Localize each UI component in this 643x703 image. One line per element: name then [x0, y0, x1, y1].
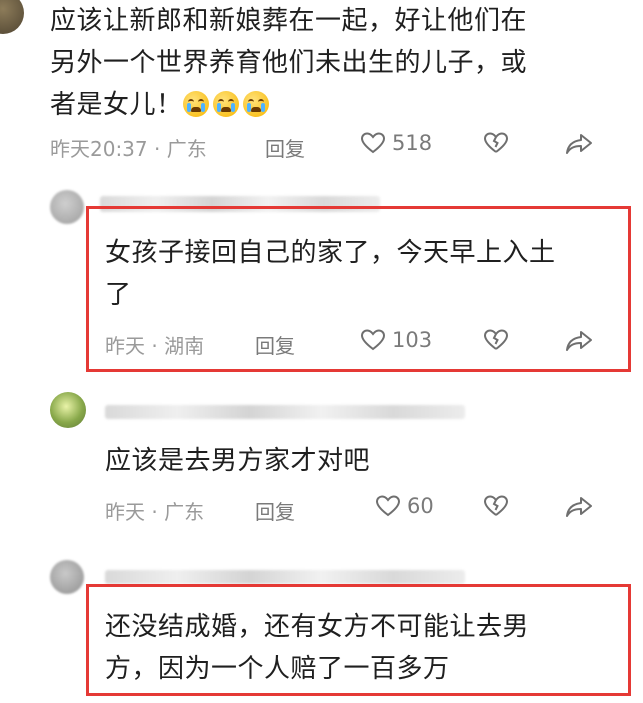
share-icon [566, 134, 592, 154]
like-button[interactable]: 103 [360, 328, 432, 352]
comment-text: 应该让新郎和新娘葬在一起，好让他们在 另外一个世界养育他们未出生的儿子，或 者是… [50, 0, 630, 126]
comment-meta: 昨天 · 广东 [105, 500, 205, 524]
heart-icon [360, 132, 386, 154]
share-icon [566, 497, 592, 517]
crying-emoji-icon [212, 91, 239, 117]
comment-line: 应该让新郎和新娘葬在一起，好让他们在 [50, 6, 528, 36]
broken-heart-icon [483, 495, 509, 516]
blurred-username [105, 570, 465, 584]
dislike-button[interactable] [483, 494, 509, 518]
comment-line: 应该是去男方家才对吧 [105, 446, 371, 476]
comment-line: 女孩子接回自己的家了，今天早上入土 [105, 238, 556, 268]
reply-button[interactable]: 回复 [255, 330, 295, 359]
comment-line: 另外一个世界养育他们未出生的儿子，或 [50, 48, 528, 78]
comment-line: 方，因为一个人赔了一百多万 [105, 654, 450, 684]
heart-icon [360, 329, 386, 351]
avatar[interactable] [50, 560, 84, 594]
broken-heart-icon [483, 132, 509, 153]
like-count: 518 [392, 131, 433, 155]
dislike-button[interactable] [483, 328, 509, 352]
broken-heart-icon [483, 329, 509, 350]
comment-meta: 昨天 · 湖南 [105, 334, 205, 358]
comment-line: 了 [105, 280, 132, 310]
like-count: 103 [392, 328, 433, 352]
comment-text: 还没结成婚，还有女方不可能让去男 方，因为一个人赔了一百多万 [105, 606, 615, 690]
share-button[interactable] [565, 133, 593, 155]
avatar[interactable] [0, 0, 24, 34]
crying-emoji-icon [182, 91, 209, 117]
share-button[interactable] [565, 330, 593, 352]
comment-text: 应该是去男方家才对吧 [105, 440, 615, 482]
comment-line: 者是女儿！ [50, 84, 630, 126]
like-count: 60 [407, 494, 434, 518]
crying-emoji-icon [242, 91, 269, 117]
comment-meta: 昨天20:37 · 广东 [50, 137, 207, 161]
comment-text: 女孩子接回自己的家了，今天早上入土 了 [105, 232, 615, 316]
like-button[interactable]: 518 [360, 131, 432, 155]
share-icon [566, 331, 592, 351]
comment-line: 还没结成婚，还有女方不可能让去男 [105, 612, 530, 642]
blurred-username [105, 405, 465, 419]
share-button[interactable] [565, 496, 593, 518]
like-button[interactable]: 60 [375, 494, 434, 518]
avatar[interactable] [50, 392, 86, 428]
heart-icon [375, 495, 401, 517]
dislike-button[interactable] [483, 131, 509, 155]
avatar[interactable] [50, 190, 84, 224]
reply-button[interactable]: 回复 [265, 133, 305, 162]
reply-button[interactable]: 回复 [255, 496, 295, 525]
